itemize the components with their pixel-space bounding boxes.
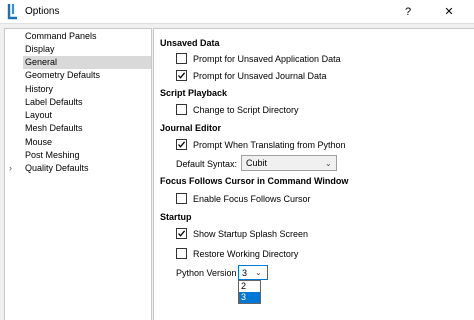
help-button[interactable]: ? [396,3,420,21]
chevron-down-icon: ⌄ [325,159,332,168]
restore-working-dir-checkbox[interactable] [176,248,187,259]
python-version-option-3[interactable]: 3 [239,292,260,303]
default-syntax-label: Default Syntax: [176,159,238,169]
nav-item-history[interactable]: History [23,83,55,96]
show-splash-label: Show Startup Splash Screen [193,229,309,239]
nav-item-mesh-defaults[interactable]: Mesh Defaults [23,122,85,135]
checkmark-icon [178,72,186,79]
nav-item-command-panels[interactable]: Command Panels [23,30,99,43]
default-syntax-dropdown[interactable]: Cubit ⌄ [241,155,337,171]
section-heading-focus-follows-cursor: Focus Follows Cursor in Command Window [160,176,349,186]
nav-item-general[interactable]: General [23,56,151,69]
restore-working-dir-label: Restore Working Directory [193,249,299,259]
checkmark-icon [178,230,186,237]
nav-item-quality-defaults[interactable]: Quality Defaults [23,162,91,175]
python-version-options-list: 2 3 [238,280,261,304]
nav-item-display[interactable]: Display [23,43,57,56]
chevron-down-icon: ⌄ [255,268,262,277]
expand-chevron-icon[interactable]: › [9,162,12,175]
nav-item-mouse[interactable]: Mouse [23,136,54,149]
options-category-tree: Command Panels Display General Geometry … [4,28,152,320]
python-version-label: Python Version [176,268,237,278]
prompt-unsaved-journal-label: Prompt for Unsaved Journal Data [193,71,327,81]
enable-focus-follows-checkbox[interactable] [176,193,187,204]
python-version-dropdown[interactable]: 3 ⌄ [238,265,268,280]
change-script-dir-label: Change to Script Directory [193,105,299,115]
default-syntax-value: Cubit [246,158,268,168]
python-version-value: 3 [242,268,248,278]
prompt-unsaved-journal-checkbox[interactable] [176,70,187,81]
window-title: Options [25,6,60,17]
change-script-dir-checkbox[interactable] [176,104,187,115]
section-heading-script-playback: Script Playback [160,88,228,98]
prompt-python-label: Prompt When Translating from Python [193,140,346,150]
show-splash-checkbox[interactable] [176,228,187,239]
section-heading-unsaved-data: Unsaved Data [160,38,220,48]
nav-item-geometry-defaults[interactable]: Geometry Defaults [23,69,102,82]
python-version-option-2[interactable]: 2 [239,281,260,292]
enable-focus-follows-label: Enable Focus Follows Cursor [193,194,311,204]
close-button[interactable]: ✕ [436,3,462,21]
title-bar: Options ? ✕ [0,0,474,24]
section-heading-journal-editor: Journal Editor [160,123,222,133]
nav-item-label-defaults[interactable]: Label Defaults [23,96,85,109]
section-heading-startup: Startup [160,212,192,222]
general-options-panel: Unsaved Data Prompt for Unsaved Applicat… [153,28,474,320]
checkmark-icon [178,141,186,148]
nav-item-layout[interactable]: Layout [23,109,54,122]
prompt-unsaved-app-label: Prompt for Unsaved Application Data [193,54,341,64]
prompt-python-checkbox[interactable] [176,139,187,150]
nav-item-post-meshing[interactable]: Post Meshing [23,149,82,162]
prompt-unsaved-app-checkbox[interactable] [176,53,187,64]
app-logo-icon [7,4,17,20]
